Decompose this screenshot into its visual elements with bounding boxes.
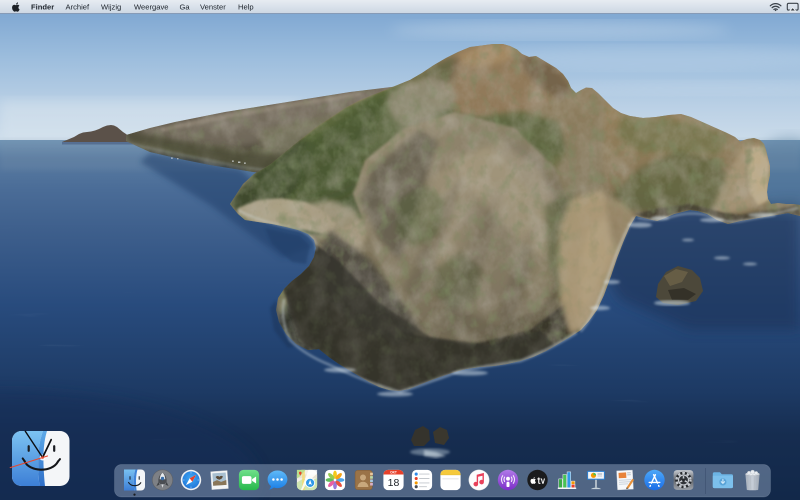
svg-text:OKT: OKT <box>390 471 397 475</box>
svg-text:Weergave: Weergave <box>134 2 168 11</box>
svg-text:Ga: Ga <box>180 2 191 11</box>
svg-text:Finder: Finder <box>31 2 54 11</box>
svg-text:Archief: Archief <box>66 2 91 11</box>
svg-text:18: 18 <box>388 477 400 489</box>
svg-text:Venster: Venster <box>200 2 226 11</box>
svg-text:Help: Help <box>238 2 254 11</box>
svg-text:Wijzig: Wijzig <box>101 2 121 11</box>
